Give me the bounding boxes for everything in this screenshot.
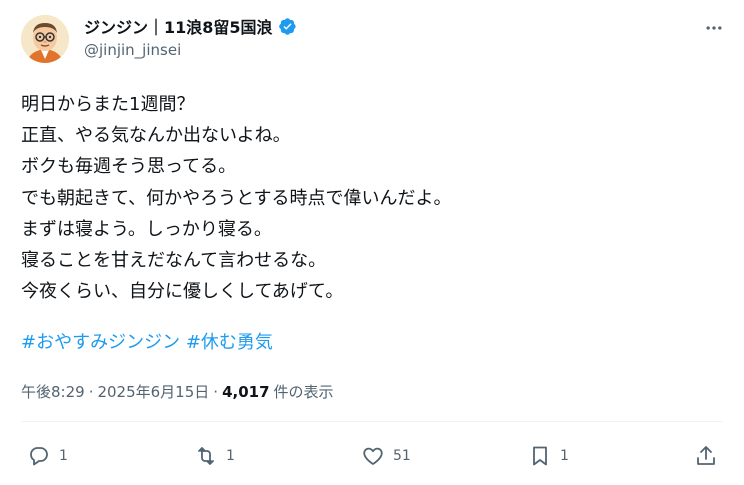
tweet-line: 寝ることを甘えだなんて言わせるな。	[21, 249, 327, 271]
tweet-line: ボクも毎週そう思ってる。	[21, 156, 237, 178]
post-date[interactable]: 2025年6月15日	[97, 381, 209, 402]
reply-icon	[30, 447, 48, 466]
more-options-button[interactable]	[701, 15, 727, 41]
avatar-illustration	[21, 15, 69, 63]
tweet-line: まずは寝よう。しっかり寝る。	[21, 218, 272, 240]
reply-count: 1	[59, 448, 68, 464]
user-handle[interactable]: @jinjin_jinsei	[84, 41, 181, 59]
retweet-count: 1	[226, 448, 235, 464]
post-time[interactable]: 午後8:29	[21, 381, 85, 402]
view-count-label: 件の表示	[273, 383, 334, 401]
tweet-line: 今夜くらい、自分に優しくしてあげて。	[21, 281, 344, 303]
heart-icon	[363, 447, 383, 465]
view-count: 4,017	[222, 382, 270, 401]
retweet-icon	[198, 447, 214, 465]
more-icon	[706, 26, 722, 30]
verified-badge-icon	[278, 17, 297, 36]
tweet-line: 正直、やる気なんか出ないよね。	[21, 125, 291, 147]
share-button[interactable]	[694, 443, 718, 469]
meta-separator: ·	[213, 382, 219, 401]
bookmark-icon	[533, 446, 547, 466]
like-button[interactable]: 51	[361, 443, 411, 469]
retweet-button[interactable]: 1	[194, 443, 235, 469]
display-name[interactable]: ジンジン｜11浪8留5国浪	[84, 14, 273, 38]
hashtag-link[interactable]: #おやすみジンジン	[21, 332, 180, 353]
reply-button[interactable]: 1	[27, 443, 68, 469]
hashtag-row: #おやすみジンジン #休む勇気	[21, 327, 273, 358]
share-icon	[697, 446, 715, 465]
like-count: 51	[393, 448, 411, 464]
tweet-text: 明日からまた1週間？ 正直、やる気なんか出ないよね。 ボクも毎週そう思ってる。 …	[21, 89, 721, 307]
tweet-line: 明日からまた1週間？	[21, 94, 195, 115]
bookmark-button[interactable]: 1	[528, 443, 569, 469]
tweet-line: でも朝起きて、何かやろうとする時点で偉いんだよ。	[21, 187, 452, 209]
bookmark-count: 1	[560, 448, 569, 464]
tweet-meta: 午後8:29 · 2025年6月15日 · 4,017 件の表示	[21, 381, 334, 402]
meta-separator: ·	[88, 382, 94, 401]
avatar[interactable]	[21, 15, 69, 63]
divider	[21, 421, 723, 422]
hashtag-link[interactable]: #休む勇気	[186, 332, 273, 353]
